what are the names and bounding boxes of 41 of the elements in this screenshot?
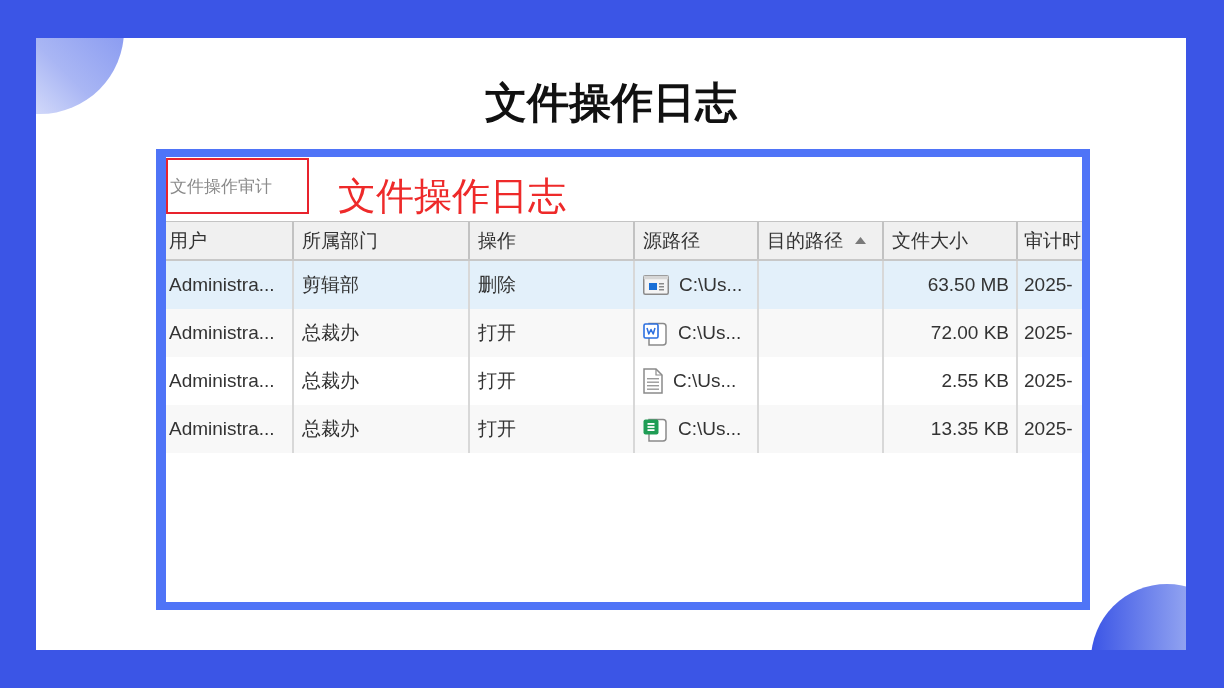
table-cell: Administra... — [169, 274, 275, 296]
column-header[interactable]: 审计时 — [1018, 222, 1082, 259]
table-row[interactable]: Administra... 剪辑部 删除 C:\Us... 63.50 MB 2025- — [166, 261, 1082, 309]
table-cell-text: 总裁办 — [302, 321, 359, 345]
column-header[interactable]: 文件大小 — [884, 222, 1018, 259]
table-cell: 2025- — [1024, 322, 1073, 344]
table-cell-text: 剪辑部 — [302, 273, 359, 297]
text-document-icon — [643, 368, 663, 394]
highlighted-tab[interactable]: 文件操作审计 — [166, 158, 309, 214]
table-cell-text: 打开 — [478, 369, 516, 393]
table-cell: 2.55 KB — [941, 370, 1009, 392]
table-row[interactable]: Administra... 总裁办 打开 C:\Us... 13.35 KB 2025- — [166, 405, 1082, 453]
table-cell-text: 打开 — [478, 417, 516, 441]
table-cell: Administra... — [169, 370, 275, 392]
table-row[interactable]: Administra... 总裁办 打开 C:\Us... 72.00 KB 2025- — [166, 309, 1082, 357]
table-cell: 72.00 KB — [930, 322, 1009, 344]
table-cell-text: 删除 — [478, 273, 516, 297]
table-cell-text: 打开 — [478, 321, 516, 345]
table-cell: 63.50 MB — [927, 274, 1009, 296]
table-cell: 2025- — [1024, 418, 1073, 440]
column-header[interactable]: 所属部门 — [294, 222, 470, 259]
table-cell: C:\Us... — [673, 370, 737, 392]
column-header[interactable]: 目的路径 — [759, 222, 884, 259]
column-header[interactable]: 用户 — [166, 222, 294, 259]
table-cell: C:\Us... — [679, 274, 743, 296]
table-cell: C:\Us... — [678, 418, 742, 440]
table-cell: 2025- — [1024, 370, 1073, 392]
annotation-label: 文件操作日志 — [338, 174, 566, 219]
table-cell-text: 总裁办 — [302, 369, 359, 393]
table-cell: 2025- — [1024, 274, 1073, 296]
table-cell-text: 总裁办 — [302, 417, 359, 441]
word-document-icon — [643, 320, 668, 346]
spreadsheet-icon — [643, 416, 668, 442]
table-cell: Administra... — [169, 418, 275, 440]
slide-title: 文件操作日志 — [485, 78, 737, 128]
column-header[interactable]: 源路径 — [635, 222, 759, 259]
table-cell: C:\Us... — [678, 322, 742, 344]
table-cell: Administra... — [169, 322, 275, 344]
table-cell: 13.35 KB — [930, 418, 1009, 440]
window-icon — [643, 275, 669, 295]
column-header[interactable]: 操作 — [470, 222, 635, 259]
